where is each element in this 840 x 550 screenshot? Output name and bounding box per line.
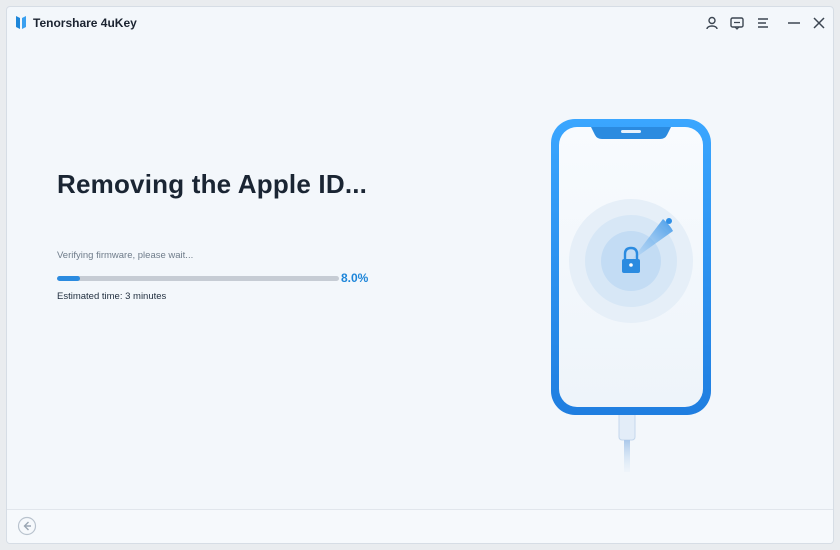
user-icon[interactable] [704,15,720,31]
footer-bar [7,509,833,543]
page-title: Removing the Apple ID... [57,169,368,199]
progress-bar [57,276,339,281]
app-window: Tenorshare 4uKey Removing the Apple ID..… [6,6,834,544]
cable-icon [618,411,636,472]
estimated-time: Estimated time: 3 minutes [57,291,167,302]
close-icon[interactable] [811,15,827,31]
tenorshare-logo-icon [16,16,26,29]
minimize-icon[interactable] [786,15,802,31]
progress-percent: 8.0% [341,271,369,285]
status-text: Verifying firmware, please wait... [57,250,194,261]
feedback-icon[interactable] [729,15,745,31]
phone-illustration [551,119,711,472]
lock-icon [569,199,693,323]
app-title: Tenorshare 4uKey [33,16,137,30]
title-bar: Tenorshare 4uKey [7,7,833,39]
progress-bar-fill [57,276,80,281]
menu-icon[interactable] [755,15,771,31]
back-arrow-icon[interactable] [17,516,37,536]
